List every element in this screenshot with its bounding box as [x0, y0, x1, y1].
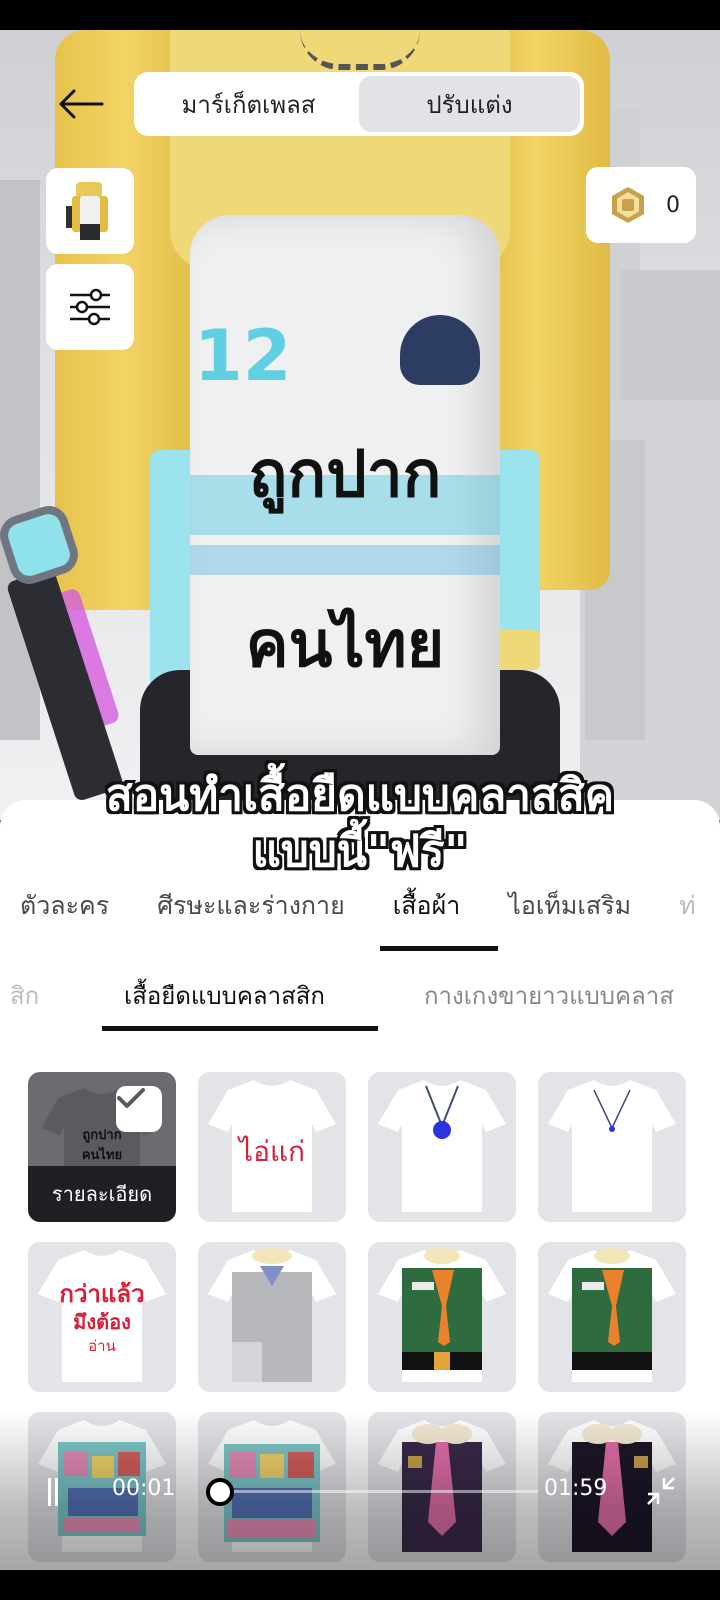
- avatar-shirt: 12 ถูกปาก คนไทย: [190, 215, 500, 755]
- tab-more[interactable]: ท่: [679, 886, 695, 940]
- shirt-print-line: ถูกปาก: [248, 438, 442, 512]
- tab-customize[interactable]: ปรับแต่ง: [359, 76, 580, 132]
- video-caption: สอนทำเสื้อยืดแบบคลาสสิค แบบนี้"ฟรี": [0, 768, 720, 880]
- category-tab-indicator: [380, 946, 498, 951]
- details-button[interactable]: รายละเอียด: [28, 1166, 176, 1222]
- tab-head-body[interactable]: ศีรษะและร่างกาย: [157, 886, 345, 940]
- caption-line: สอนทำเสื้อยืดแบบคลาสสิค: [105, 770, 615, 821]
- video-scrubber-handle[interactable]: [206, 1478, 234, 1506]
- background-building: [620, 270, 720, 410]
- tab-accessories[interactable]: ไอเท็มเสริม: [508, 886, 631, 940]
- item-tile[interactable]: [538, 1242, 686, 1392]
- tab-clothing[interactable]: เสื้อผ้า: [393, 886, 461, 940]
- subtab-classic-shirts[interactable]: เสื้อยืดแบบคลาสสิก: [124, 976, 325, 1015]
- tshirt-uniform-icon: [378, 1248, 506, 1382]
- tab-character[interactable]: ตัวละคร: [20, 886, 109, 940]
- tshirt-necklace-icon: [548, 1080, 676, 1212]
- shirt-badge: [400, 315, 480, 385]
- video-scrubber-track[interactable]: [218, 1490, 538, 1493]
- item-tile[interactable]: ถูกปาก คนไทย รายละเอียด: [28, 1072, 176, 1222]
- item-print-text: คนไทย: [81, 1148, 123, 1163]
- shirt-print: ถูกปาก คนไทย: [220, 390, 470, 730]
- avatar-thumbnail-icon: [66, 182, 108, 240]
- collapse-icon: [647, 1477, 675, 1505]
- category-tabs: ตัวละคร ศีรษะและร่างกาย เสื้อผ้า ไอเท็มเ…: [20, 886, 720, 940]
- item-tile[interactable]: กว่าแล้ว มึงต้อง อ่าน: [28, 1242, 176, 1392]
- mode-segmented-control[interactable]: มาร์เก็ตเพลส ปรับแต่ง: [134, 72, 584, 136]
- tab-marketplace[interactable]: มาร์เก็ตเพลส: [138, 76, 359, 132]
- subcategory-tabs: สิก เสื้อยืดแบบคลาสสิก กางเกงขายาวแบบคลา…: [0, 976, 720, 1030]
- elapsed-time: 00:01: [112, 1476, 176, 1501]
- shirt-number: 12: [194, 315, 292, 397]
- tshirt-necklace-icon: [378, 1080, 506, 1212]
- subtab-previous[interactable]: สิก: [10, 976, 39, 1015]
- subcategory-tab-indicator: [102, 1026, 378, 1031]
- item-tile[interactable]: [198, 1242, 346, 1392]
- navigation-bar: [0, 1570, 720, 1600]
- robux-icon: [612, 187, 644, 223]
- avatar-thumbnail-button[interactable]: [46, 168, 134, 254]
- exit-fullscreen-button[interactable]: [644, 1474, 678, 1508]
- tshirt-uniform-icon: [548, 1248, 676, 1382]
- status-bar: [0, 0, 720, 30]
- back-arrow-icon: [59, 89, 104, 119]
- check-icon: [117, 1088, 145, 1108]
- item-tile[interactable]: [368, 1072, 516, 1222]
- sliders-icon: [70, 288, 110, 326]
- item-print-text: ไอ่แก่: [239, 1135, 305, 1168]
- avatar-viewport[interactable]: 12 ถูกปาก คนไทย: [0, 30, 720, 820]
- item-tile[interactable]: ไอ่แก่: [198, 1072, 346, 1222]
- item-tile[interactable]: [368, 1242, 516, 1392]
- item-print-text: อ่าน: [88, 1337, 116, 1355]
- item-tile[interactable]: [538, 1072, 686, 1222]
- robux-balance[interactable]: 0: [586, 167, 696, 243]
- pause-icon[interactable]: [48, 1478, 58, 1506]
- adjust-button[interactable]: [46, 264, 134, 350]
- caption-line: แบบนี้"ฟรี": [252, 826, 468, 877]
- robux-count: 0: [666, 192, 680, 218]
- tshirt-uniform-icon: [208, 1248, 336, 1382]
- shirt-print-line: คนไทย: [245, 608, 445, 682]
- back-button[interactable]: [56, 86, 106, 122]
- subtab-classic-pants[interactable]: กางเกงขายาวแบบคลาส: [424, 976, 674, 1015]
- total-time: 01:59: [544, 1476, 608, 1501]
- selected-check-button[interactable]: [116, 1086, 162, 1132]
